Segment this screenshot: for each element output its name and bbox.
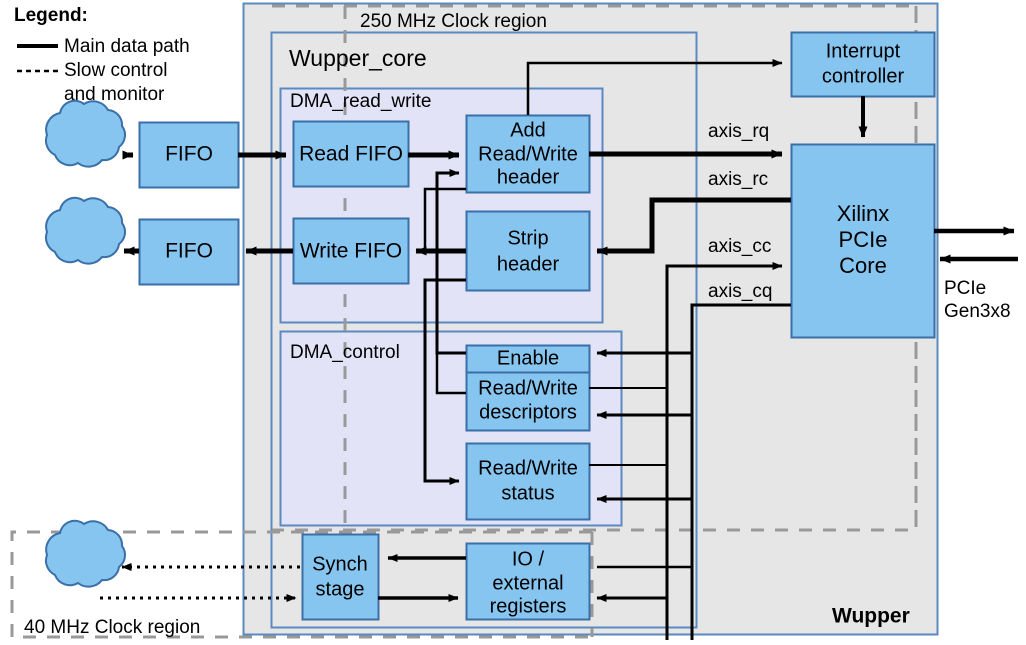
strip-header-block[interactable]	[465, 210, 591, 292]
signal-label-axis-cc: axis_cc	[708, 236, 771, 257]
signal-label-axis-rc: axis_rc	[708, 169, 768, 190]
dma-read-write-label: DMA_read_write	[290, 91, 432, 112]
legend-title: Legend:	[14, 5, 88, 26]
synch-stage-label-line1: Synch	[312, 553, 368, 575]
strip-header-label-line1: Strip	[507, 227, 548, 249]
pcie-core-label-line2: PCIe	[839, 227, 888, 252]
wupper-core-label: Wupper_core	[289, 45, 427, 71]
status-label-line1: Read/Write	[478, 457, 578, 479]
signal-label-pcie-line2: Gen3x8	[944, 301, 1011, 322]
wupper-block-diagram: Legend: Main data path Slow control and …	[10, 2, 1018, 640]
cloud-input	[44, 99, 126, 168]
io-registers-label-line1: IO /	[512, 548, 545, 570]
add-header-label-line3: header	[497, 166, 560, 188]
add-header-label-line2: Read/Write	[478, 143, 578, 165]
io-registers-label-line2: external	[492, 572, 563, 594]
synch-stage-label-line2: stage	[316, 578, 365, 600]
pcie-core-label-line3: Core	[839, 253, 887, 278]
legend-solid-label: Main data path	[64, 36, 190, 57]
io-registers-label-line3: registers	[490, 595, 567, 617]
cloud-output	[44, 196, 126, 265]
status-label-line2: status	[501, 482, 554, 504]
read-fifo-label: Read FIFO	[299, 143, 403, 166]
synch-stage-block[interactable]	[301, 533, 380, 621]
add-header-label-line1: Add	[510, 119, 546, 141]
signal-label-pcie-line1: PCIe	[944, 278, 986, 299]
interrupt-controller-label-line2: controller	[822, 65, 905, 87]
interrupt-controller-label-line1: Interrupt	[826, 40, 901, 62]
enable-label: Enable	[497, 347, 559, 369]
diagram-canvas: Legend: Main data path Slow control and …	[0, 0, 1026, 645]
wupper-label: Wupper	[832, 605, 910, 628]
descriptors-label-line2: descriptors	[479, 401, 577, 423]
signal-label-axis-rq: axis_rq	[708, 121, 769, 142]
clock-region-250-label: 250 MHz Clock region	[360, 11, 547, 32]
legend-dotted-label-line1: Slow control	[64, 60, 168, 81]
write-fifo-label: Write FIFO	[300, 240, 402, 263]
descriptors-label-line1: Read/Write	[478, 377, 578, 399]
dma-control-label: DMA_control	[290, 342, 400, 363]
pcie-core-label-line1: Xilinx	[837, 201, 890, 226]
strip-header-label-line2: header	[497, 253, 560, 275]
fifo-input-label: FIFO	[165, 143, 213, 166]
clock-region-40-label: 40 MHz Clock region	[24, 617, 200, 638]
signal-label-axis-cq: axis_cq	[708, 281, 772, 302]
fifo-output-label: FIFO	[165, 240, 213, 263]
